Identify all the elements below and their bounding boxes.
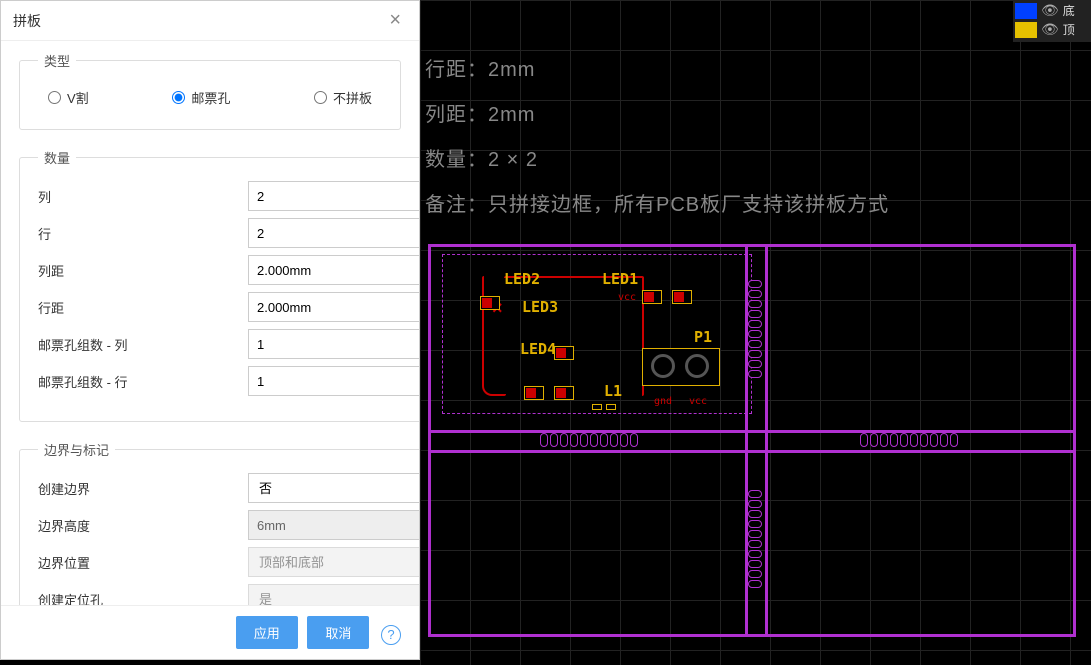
input-stamp-cols[interactable] — [248, 329, 419, 359]
eye-icon[interactable]: 👁 — [1041, 21, 1059, 38]
label-led2: LED2 — [504, 270, 540, 288]
label-vcc: vcc — [618, 292, 636, 303]
label-led4: LED4 — [520, 340, 556, 358]
legend-quantity: 数量 — [38, 148, 76, 167]
input-row-spacing[interactable] — [248, 292, 419, 322]
label-border-pos: 边界位置 — [38, 553, 248, 572]
select-create-border[interactable]: 否 — [248, 473, 419, 503]
pad — [554, 346, 574, 360]
pcb-board-1: LED2 LED1 LED3 LED4 P1 L1 vcc vcc gnd × — [444, 252, 750, 428]
label-col-spacing: 列距 — [38, 261, 248, 280]
stamp-holes — [540, 433, 638, 447]
radio-vcut[interactable]: V割 — [48, 88, 89, 107]
pad — [642, 290, 662, 304]
label-stamp-cols: 邮票孔组数 - 列 — [38, 335, 248, 354]
select-create-hole: 是 — [248, 584, 419, 605]
cancel-button[interactable]: 取消 — [307, 616, 369, 649]
break-line-h — [428, 430, 1076, 433]
apply-button[interactable]: 应用 — [236, 616, 298, 649]
dialog-title: 拼板 — [13, 11, 41, 31]
layer-panel[interactable]: 👁 底 👁 顶 — [1013, 0, 1091, 42]
pcb-canvas[interactable]: 行距：2mm 列距：2mm 数量：2 × 2 备注：只拼接边框，所有PCB板厂支… — [420, 0, 1091, 665]
dialog-header: 拼板 × — [1, 1, 419, 41]
label-l1: L1 — [604, 382, 622, 400]
dialog-footer: 应用 取消 ? — [1, 605, 419, 659]
label-led1: LED1 — [602, 270, 638, 288]
input-cols[interactable] — [248, 181, 419, 211]
pad — [524, 386, 544, 400]
layer-swatch-yellow — [1015, 22, 1037, 38]
pad — [672, 290, 692, 304]
label-gnd: gnd — [654, 396, 672, 407]
connector-p1 — [642, 348, 720, 386]
break-line-h — [428, 450, 1076, 453]
small-pad — [592, 404, 602, 410]
input-rows[interactable] — [248, 218, 419, 248]
label-stamp-rows: 邮票孔组数 - 行 — [38, 372, 248, 391]
panelize-dialog: 拼板 × 类型 V割 邮票孔 不拼板 数量 列 行 列距 行距 邮票孔组数 - … — [0, 0, 420, 660]
label-led3: LED3 — [522, 298, 558, 316]
label-create-hole: 创建定位孔 — [38, 590, 248, 606]
layer-bottom[interactable]: 👁 底 — [1015, 2, 1089, 19]
select-border-pos: 顶部和底部 — [248, 547, 419, 577]
input-col-spacing[interactable] — [248, 255, 419, 285]
section-quantity: 数量 列 行 列距 行距 邮票孔组数 - 列 邮票孔组数 - 行 — [19, 148, 419, 422]
info-row-spacing: 行距：2mm — [425, 53, 535, 82]
legend-border: 边界与标记 — [38, 440, 115, 459]
label-vcc2: vcc — [689, 396, 707, 407]
stamp-holes — [748, 490, 762, 588]
label-row-spacing: 行距 — [38, 298, 248, 317]
layer-swatch-blue — [1015, 3, 1037, 19]
eye-icon[interactable]: 👁 — [1041, 2, 1059, 19]
stamp-holes — [860, 433, 958, 447]
label-border-height: 边界高度 — [38, 516, 248, 535]
label-p1: P1 — [694, 328, 712, 346]
section-border: 边界与标记 创建边界否 边界高度 边界位置顶部和底部 创建定位孔是 创建定位点是 — [19, 440, 419, 605]
input-stamp-rows[interactable] — [248, 366, 419, 396]
small-pad — [606, 404, 616, 410]
label-create-border: 创建边界 — [38, 479, 248, 498]
pad — [554, 386, 574, 400]
legend-type: 类型 — [38, 51, 76, 70]
label-cols: 列 — [38, 187, 248, 206]
pad — [480, 296, 500, 310]
info-col-spacing: 列距：2mm — [425, 98, 535, 127]
stamp-holes — [748, 280, 762, 378]
break-line-v — [765, 244, 768, 637]
section-type: 类型 V割 邮票孔 不拼板 — [19, 51, 401, 130]
info-note: 备注：只拼接边框，所有PCB板厂支持该拼板方式 — [425, 188, 889, 217]
layer-top[interactable]: 👁 顶 — [1015, 21, 1089, 38]
label-rows: 行 — [38, 224, 248, 243]
radio-none[interactable]: 不拼板 — [314, 88, 372, 107]
radio-stamp[interactable]: 邮票孔 — [172, 88, 230, 107]
help-icon[interactable]: ? — [381, 625, 401, 645]
close-icon[interactable]: × — [383, 9, 407, 32]
dialog-body: 类型 V割 邮票孔 不拼板 数量 列 行 列距 行距 邮票孔组数 - 列 邮票孔… — [1, 41, 419, 605]
info-quantity: 数量：2 × 2 — [425, 143, 538, 172]
input-border-height — [248, 510, 419, 540]
